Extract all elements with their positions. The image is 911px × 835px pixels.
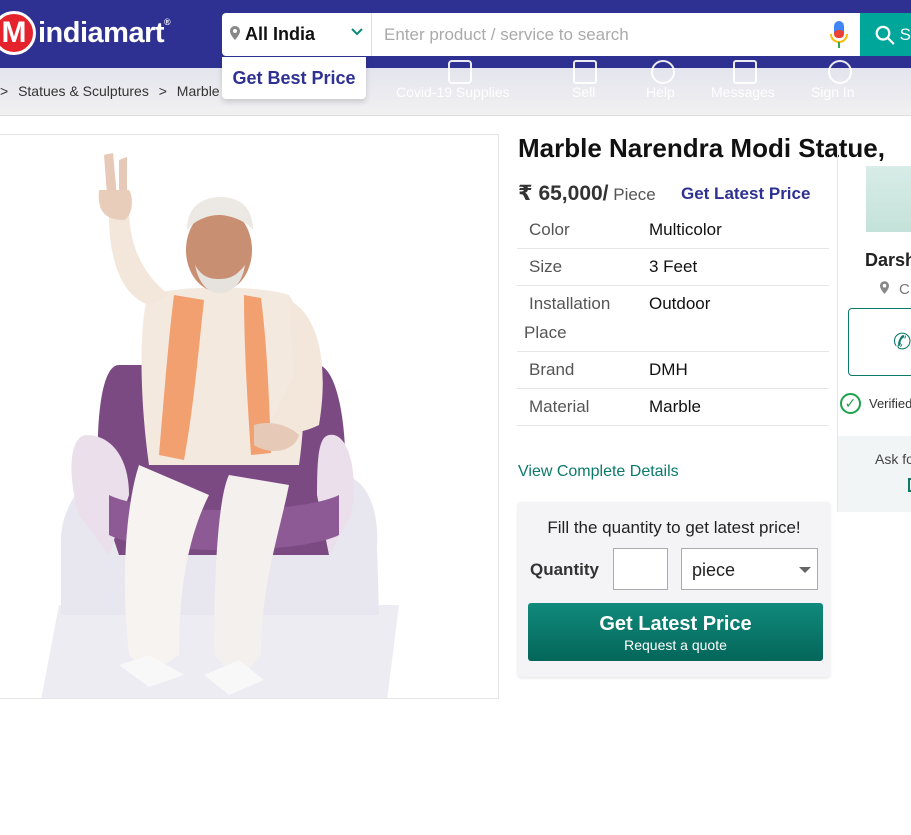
shield-plus-icon	[448, 60, 472, 84]
statue-illustration	[41, 153, 399, 698]
check-circle-icon: ✓	[840, 393, 861, 414]
indiamart-logo[interactable]: M indiamart®	[0, 10, 171, 56]
spec-value: Multicolor	[649, 220, 722, 239]
button-sublabel: Request a quote	[624, 637, 727, 653]
messages-icon	[733, 60, 757, 84]
get-best-price-button[interactable]: Get Best Price	[222, 57, 366, 99]
nav-item-label: Sell	[572, 84, 596, 100]
verified-badge: ✓ Verified	[840, 393, 911, 414]
spec-key: Color	[529, 220, 570, 239]
seller-panel: Darsh C ✆ ✓ Verified Ask fo	[837, 150, 911, 512]
search-button[interactable]: S	[860, 13, 911, 56]
unit-select[interactable]: piece	[681, 548, 818, 590]
dropdown-arrow-icon	[799, 567, 811, 573]
spec-table: Color Multicolor Size 3 Feet Installatio…	[517, 212, 829, 426]
spec-key: Installation	[529, 294, 611, 313]
search-bar	[372, 13, 860, 56]
help-icon	[651, 60, 675, 84]
nav-item-label: Sign In	[811, 84, 855, 100]
button-label: Get Latest Price	[599, 613, 752, 635]
breadcrumb-item-marble[interactable]: Marble	[177, 83, 220, 99]
product-title: Marble Narendra Modi Statue,	[518, 133, 885, 163]
breadcrumb: > Statues & Sculptures > Marble	[0, 83, 226, 99]
location-pin-icon	[230, 26, 240, 43]
spec-row-brand: Brand DMH	[517, 352, 829, 389]
location-pin-icon	[880, 281, 889, 294]
top-header: M indiamart® All India S	[0, 0, 911, 68]
spec-row-material: Material Marble	[517, 389, 829, 426]
price-value: ₹ 65,000/	[518, 182, 609, 205]
breadcrumb-separator: >	[158, 83, 167, 99]
get-latest-price-button[interactable]: Get Latest Price Request a quote	[528, 603, 823, 661]
spec-value: Marble	[649, 397, 701, 416]
location-selector[interactable]: All India	[222, 13, 372, 56]
microphone-icon[interactable]	[828, 20, 850, 50]
spec-key: Brand	[529, 360, 575, 379]
quote-title: Fill the quantity to get latest price!	[547, 518, 801, 537]
unit-select-value: piece	[692, 560, 736, 580]
nav-bar: > Statues & Sculptures > Marble Covid-19…	[0, 60, 911, 116]
seller-name[interactable]: Darsh	[865, 250, 911, 271]
spec-row-installation: Installation Outdoor Place	[517, 286, 829, 352]
ask-label: Ask fo	[875, 451, 911, 467]
nav-menu: Covid-19 Supplies Sell Help Messages Sig…	[392, 60, 855, 116]
spec-value: 3 Feet	[649, 257, 698, 276]
search-button-label: S	[899, 24, 911, 44]
spec-value: DMH	[649, 360, 688, 379]
nav-item-label: Messages	[711, 84, 775, 100]
spec-key-line2: Place	[524, 323, 567, 342]
store-icon	[573, 60, 597, 84]
spec-key: Material	[529, 397, 590, 416]
chevron-down-icon	[351, 28, 363, 36]
price-unit: Piece	[608, 185, 656, 204]
quote-box: Fill the quantity to get latest price! Q…	[518, 502, 830, 677]
verified-label: Verified	[869, 396, 911, 411]
search-icon	[875, 25, 895, 45]
location-label: All India	[245, 24, 316, 44]
ask-for-details[interactable]: Ask fo	[838, 436, 911, 512]
phone-icon: ✆	[893, 329, 911, 354]
user-icon	[828, 60, 852, 84]
nav-item-label: Help	[646, 84, 675, 100]
call-seller-button[interactable]: ✆	[848, 308, 911, 376]
spec-value: Outdoor	[649, 294, 711, 313]
seller-thumbnail[interactable]	[866, 166, 911, 232]
breadcrumb-separator: >	[0, 83, 9, 99]
product-price: ₹ 65,000/ Piece	[518, 181, 656, 206]
spec-row-size: Size 3 Feet	[517, 249, 829, 286]
breadcrumb-item-statues[interactable]: Statues & Sculptures	[18, 83, 149, 99]
nav-item-label: Covid-19 Supplies	[396, 84, 510, 100]
spec-key: Size	[529, 257, 563, 276]
quantity-label: Quantity	[530, 560, 599, 579]
spec-row-color: Color Multicolor	[517, 212, 829, 249]
logo-mark: M	[0, 11, 36, 55]
search-input[interactable]	[384, 24, 814, 45]
quantity-input[interactable]	[613, 548, 668, 590]
product-image[interactable]	[0, 134, 499, 699]
get-latest-price-link[interactable]: Get Latest Price	[681, 184, 810, 204]
seller-location: C	[880, 281, 910, 298]
logo-text: indiamart®	[38, 16, 171, 49]
view-complete-details-link[interactable]: View Complete Details	[518, 463, 679, 481]
